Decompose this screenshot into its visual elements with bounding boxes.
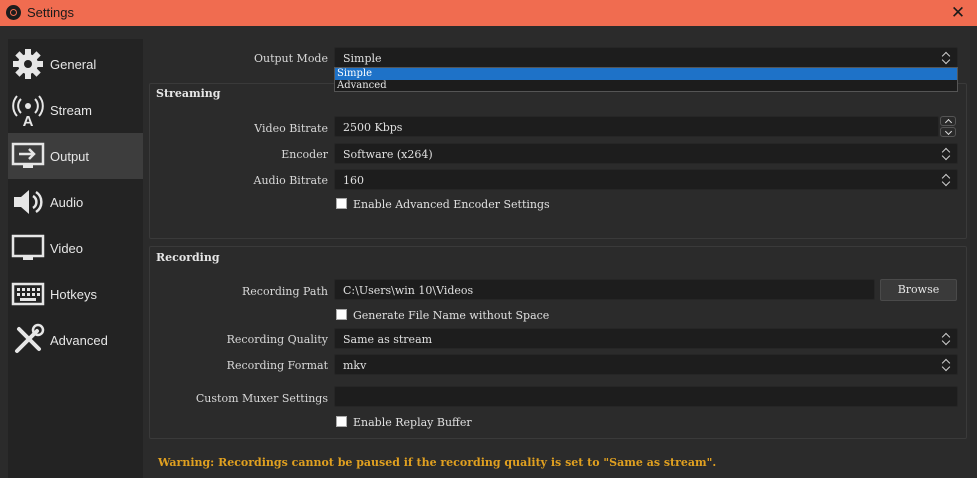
tools-icon xyxy=(15,323,45,353)
title-bar: Settings ✕ xyxy=(0,0,977,26)
encoder-select[interactable]: Software (x264) xyxy=(334,143,958,164)
chevron-updown-icon xyxy=(940,50,954,66)
no-space-checkbox[interactable] xyxy=(336,309,347,320)
chevron-updown-icon xyxy=(940,146,954,162)
keyboard-icon xyxy=(11,282,45,306)
video-bitrate-label: Video Bitrate xyxy=(254,122,328,135)
chevron-updown-icon xyxy=(940,331,954,347)
recording-format-label: Recording Format xyxy=(226,359,328,372)
output-mode-dropdown-list: Simple Advanced xyxy=(334,67,958,92)
recording-format-select[interactable]: mkv xyxy=(334,354,958,375)
sidebar-item-label: Audio xyxy=(50,195,84,210)
recording-title: Recording xyxy=(156,251,220,264)
sidebar-item-audio[interactable]: Audio xyxy=(8,179,143,225)
encoder-label: Encoder xyxy=(281,148,328,161)
chevron-down-icon[interactable] xyxy=(940,127,956,137)
recording-path-value: C:\Users\win 10\Videos xyxy=(343,284,474,297)
advanced-encoder-checkbox[interactable] xyxy=(336,198,347,209)
recording-quality-label: Recording Quality xyxy=(226,333,328,346)
sidebar-item-output[interactable]: Output xyxy=(8,133,143,179)
browse-button[interactable]: Browse xyxy=(880,279,957,301)
gear-icon xyxy=(13,49,43,79)
recording-path-input[interactable]: C:\Users\win 10\Videos xyxy=(334,279,875,300)
sidebar-item-label: Hotkeys xyxy=(50,287,97,302)
encoder-value: Software (x264) xyxy=(343,148,433,161)
sidebar-item-advanced[interactable]: Advanced xyxy=(8,317,143,363)
recording-format-value: mkv xyxy=(343,359,367,372)
replay-buffer-label: Enable Replay Buffer xyxy=(353,416,472,429)
recording-path-label: Recording Path xyxy=(242,285,328,298)
muxer-label: Custom Muxer Settings xyxy=(195,392,328,405)
warning-text: Warning: Recordings cannot be paused if … xyxy=(158,456,717,469)
no-space-label: Generate File Name without Space xyxy=(353,309,550,322)
sidebar-item-hotkeys[interactable]: Hotkeys xyxy=(8,271,143,317)
recording-quality-select[interactable]: Same as stream xyxy=(334,328,958,349)
sidebar-item-video[interactable]: Video xyxy=(8,225,143,271)
monitor-arrow-icon xyxy=(11,142,45,168)
video-bitrate-input[interactable]: 2500 Kbps xyxy=(334,116,939,137)
sidebar-item-general[interactable]: General xyxy=(8,41,143,87)
video-bitrate-stepper[interactable] xyxy=(940,116,956,137)
output-mode-value: Simple xyxy=(343,52,382,65)
svg-text:A: A xyxy=(23,113,34,127)
chevron-up-icon[interactable] xyxy=(940,116,956,126)
sidebar-item-label: Advanced xyxy=(50,333,108,348)
output-mode-label: Output Mode xyxy=(253,52,328,65)
dropdown-option-advanced[interactable]: Advanced xyxy=(335,80,957,92)
audio-bitrate-select[interactable]: 160 xyxy=(334,169,958,190)
sidebar: General A Stream Output Audio Video Hotk… xyxy=(8,39,143,478)
window-title: Settings xyxy=(27,5,74,20)
streaming-title: Streaming xyxy=(156,87,221,100)
muxer-input[interactable] xyxy=(334,386,958,407)
sidebar-item-label: Video xyxy=(50,241,84,256)
chevron-updown-icon xyxy=(940,357,954,373)
sidebar-item-stream[interactable]: A Stream xyxy=(8,87,143,133)
advanced-encoder-label: Enable Advanced Encoder Settings xyxy=(353,198,550,211)
speaker-icon xyxy=(14,190,43,214)
dropdown-option-simple[interactable]: Simple xyxy=(335,68,957,80)
sidebar-item-label: Output xyxy=(50,149,90,164)
output-mode-select[interactable]: Simple xyxy=(334,47,958,68)
sidebar-item-label: Stream xyxy=(50,103,92,118)
monitor-icon xyxy=(11,234,45,260)
audio-bitrate-value: 160 xyxy=(343,174,364,187)
sidebar-item-label: General xyxy=(50,57,97,72)
recording-quality-value: Same as stream xyxy=(343,333,433,346)
audio-bitrate-label: Audio Bitrate xyxy=(253,174,328,187)
replay-buffer-checkbox[interactable] xyxy=(336,416,347,427)
video-bitrate-value: 2500 Kbps xyxy=(343,121,403,134)
chevron-updown-icon xyxy=(940,172,954,188)
antenna-icon: A xyxy=(12,95,44,127)
obs-logo-icon xyxy=(6,5,21,20)
close-icon[interactable]: ✕ xyxy=(947,2,969,24)
